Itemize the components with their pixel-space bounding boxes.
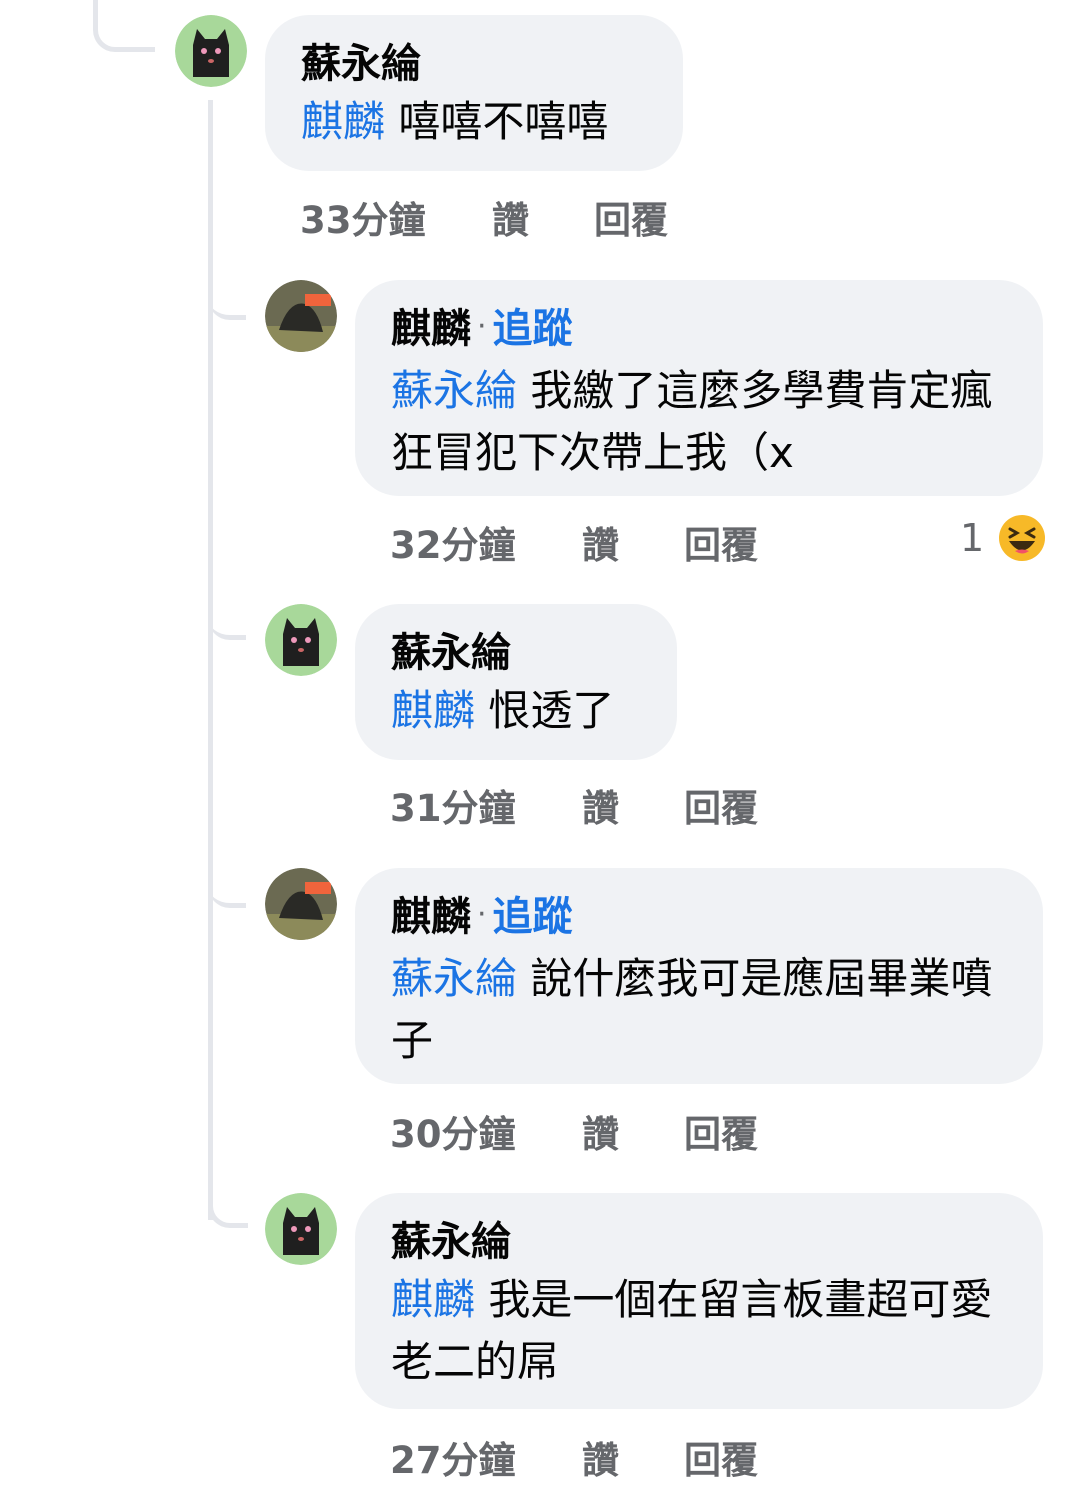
thread-connector	[208, 868, 246, 908]
black-cat-avatar-icon[interactable]	[175, 15, 247, 87]
comment-author[interactable]: 蘇永綸	[391, 1219, 511, 1265]
mention-link[interactable]: 麒麟	[301, 97, 385, 146]
thread-connector	[208, 600, 246, 640]
comment-text: 麒麟 恨透了	[391, 680, 641, 742]
comment-bubble[interactable]: 蘇永綸 麒麟 嘻嘻不嘻嘻	[265, 15, 683, 171]
follow-button[interactable]: 追蹤	[493, 894, 573, 940]
comment-time[interactable]: 33分鐘	[300, 190, 480, 244]
comment-time[interactable]: 32分鐘	[390, 515, 570, 569]
comment-time[interactable]: 27分鐘	[390, 1430, 570, 1484]
separator-dot: ·	[477, 897, 487, 932]
black-cat-avatar-icon[interactable]	[265, 1193, 337, 1265]
reaction-count: 1	[960, 516, 985, 560]
comment-time[interactable]: 31分鐘	[390, 778, 570, 832]
like-button[interactable]: 讚	[582, 778, 684, 832]
mention-link[interactable]: 蘇永綸	[391, 366, 517, 415]
comment-text: 蘇永綸 我繳了這麼多學費肯定瘋狂冒犯下次帶上我（x	[391, 360, 1007, 484]
haha-reaction-icon	[999, 515, 1046, 561]
thread-connector	[208, 1180, 248, 1228]
comment-time[interactable]: 30分鐘	[390, 1104, 570, 1158]
mention-link[interactable]: 麒麟	[391, 1275, 475, 1324]
thread-connector	[93, 0, 155, 52]
comment-actions: 31分鐘讚回覆	[390, 778, 758, 832]
comment-actions: 30分鐘讚回覆	[390, 1104, 758, 1158]
reply-button[interactable]: 回覆	[684, 778, 758, 832]
comment-body: 恨透了	[488, 686, 615, 735]
like-button[interactable]: 讚	[582, 515, 684, 569]
photo-avatar-icon[interactable]	[265, 280, 337, 352]
comment-actions: 33分鐘讚回覆	[300, 190, 668, 244]
comment-bubble[interactable]: 蘇永綸 麒麟 我是一個在留言板畫超可愛老二的屌	[355, 1193, 1043, 1409]
thread-line	[208, 100, 213, 1220]
mention-link[interactable]: 麒麟	[391, 686, 475, 735]
reply-button[interactable]: 回覆	[594, 190, 668, 244]
comment-body: 我是一個在留言板畫超可愛老二的屌	[391, 1275, 993, 1386]
photo-avatar-icon[interactable]	[265, 868, 337, 940]
comment-text: 蘇永綸 說什麼我可是應屆畢業噴子	[391, 948, 1007, 1072]
comment-author[interactable]: 麒麟	[391, 894, 471, 940]
reaction-summary[interactable]: 1	[960, 514, 1046, 562]
like-button[interactable]: 讚	[492, 190, 594, 244]
reply-button[interactable]: 回覆	[684, 515, 758, 569]
comment-body: 嘻嘻不嘻嘻	[398, 97, 609, 146]
comment-bubble[interactable]: 麒麟 · 追蹤 蘇永綸 我繳了這麼多學費肯定瘋狂冒犯下次帶上我（x	[355, 280, 1043, 496]
comment-actions: 27分鐘讚回覆	[390, 1430, 758, 1484]
follow-button[interactable]: 追蹤	[493, 306, 573, 352]
comment-author[interactable]: 麒麟	[391, 306, 471, 352]
like-button[interactable]: 讚	[582, 1104, 684, 1158]
reply-button[interactable]: 回覆	[684, 1430, 758, 1484]
comment-bubble[interactable]: 蘇永綸 麒麟 恨透了	[355, 604, 677, 760]
thread-connector	[208, 280, 246, 320]
mention-link[interactable]: 蘇永綸	[391, 954, 517, 1003]
separator-dot: ·	[477, 309, 487, 344]
comment-text: 麒麟 我是一個在留言板畫超可愛老二的屌	[391, 1269, 1007, 1393]
comment-actions: 32分鐘讚回覆	[390, 515, 758, 569]
like-button[interactable]: 讚	[582, 1430, 684, 1484]
comment-bubble[interactable]: 麒麟 · 追蹤 蘇永綸 說什麼我可是應屆畢業噴子	[355, 868, 1043, 1084]
reply-button[interactable]: 回覆	[684, 1104, 758, 1158]
black-cat-avatar-icon[interactable]	[265, 604, 337, 676]
comment-author[interactable]: 蘇永綸	[391, 630, 511, 676]
comment-author[interactable]: 蘇永綸	[301, 41, 421, 87]
comment-text: 麒麟 嘻嘻不嘻嘻	[301, 91, 647, 153]
